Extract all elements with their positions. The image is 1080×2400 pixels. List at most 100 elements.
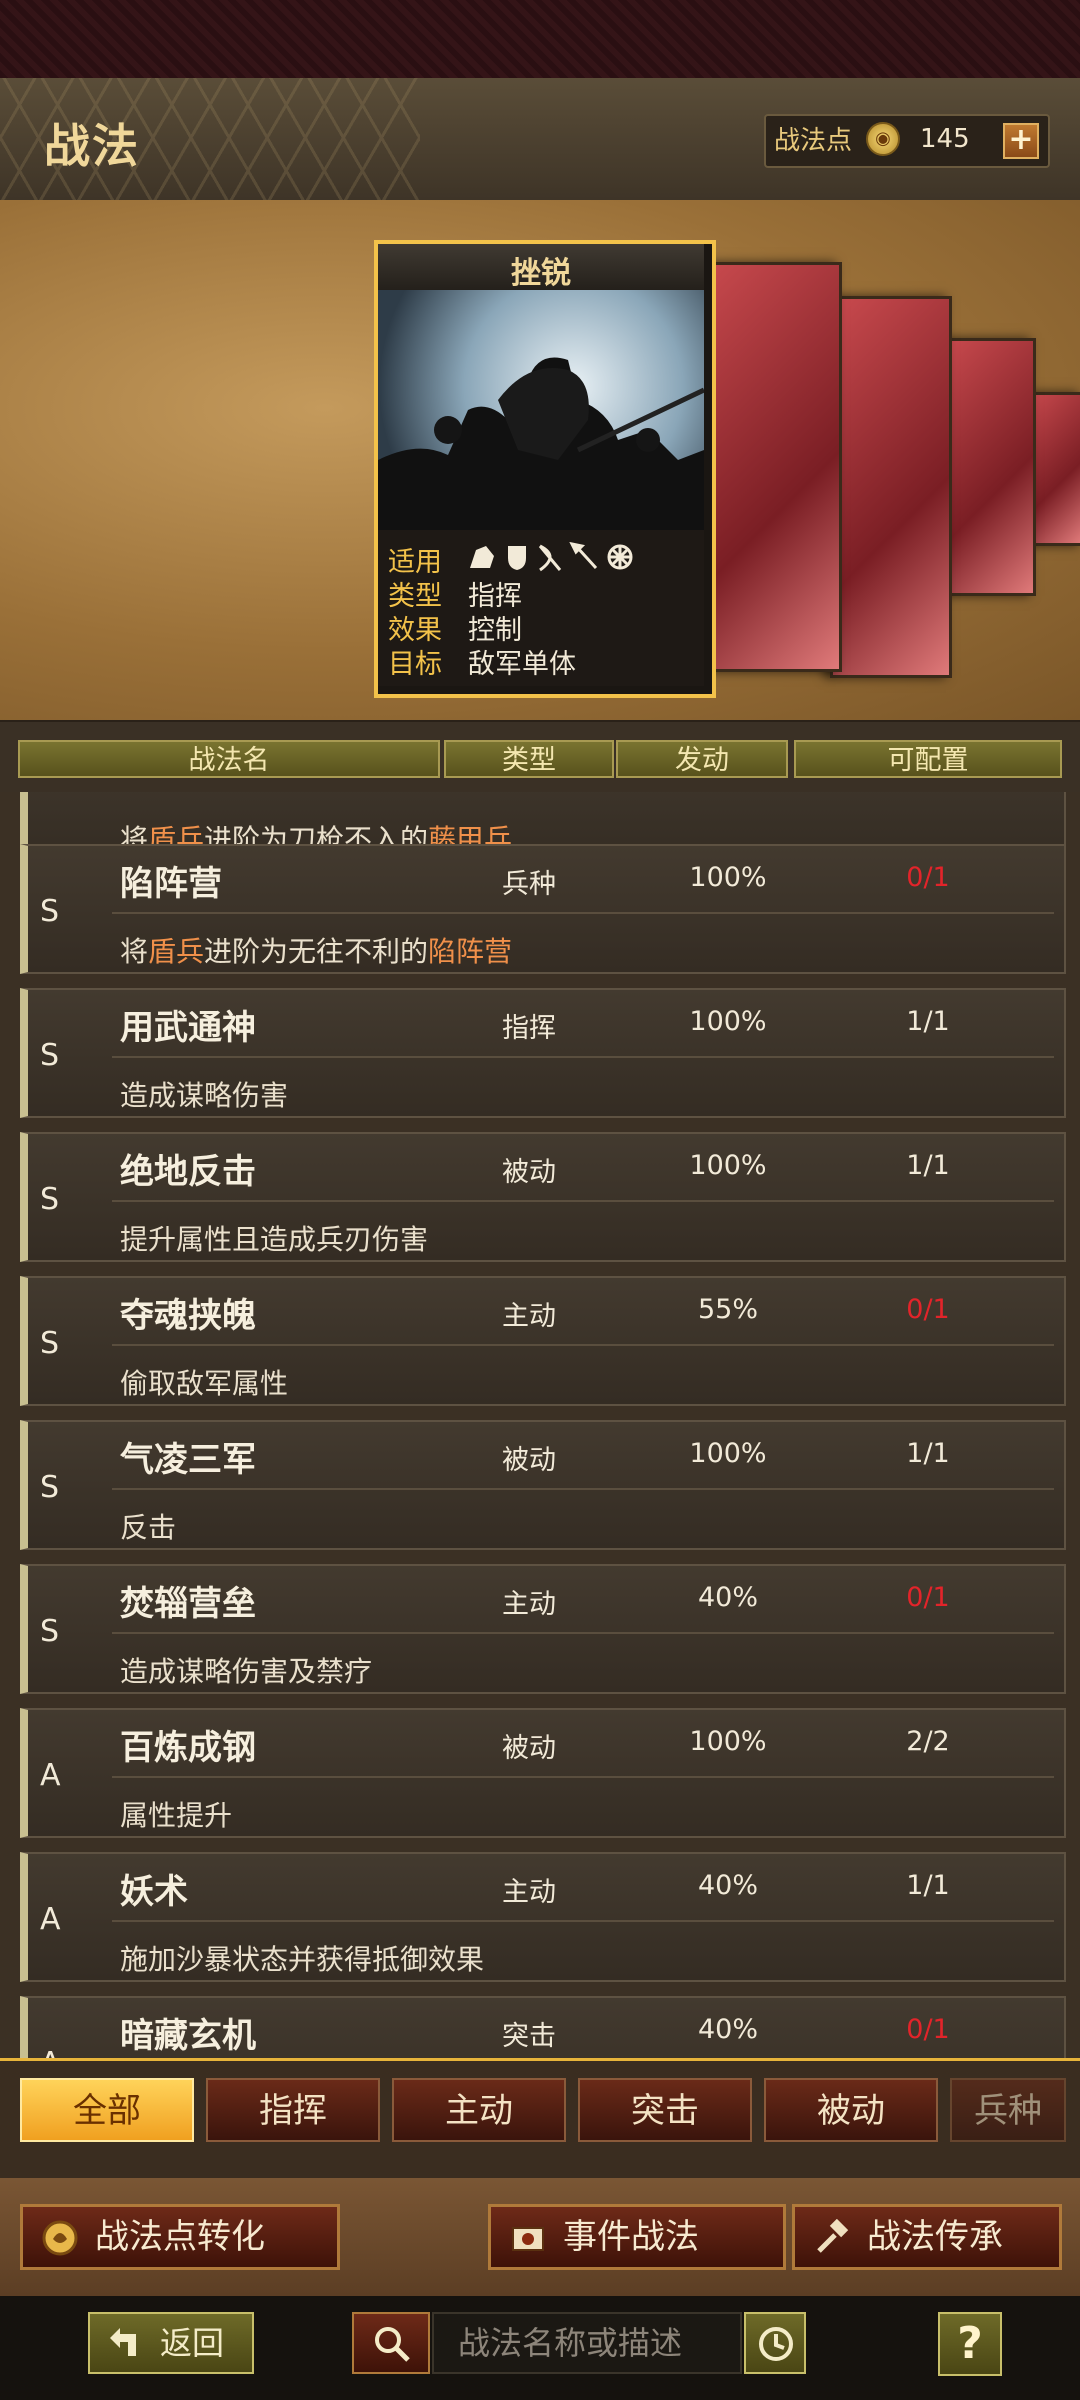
coin-icon [42,2220,78,2256]
skill-inherit-label: 战法传承 [867,2217,1003,2257]
row-divider [112,1632,1054,1634]
skill-inherit-button[interactable]: 战法传承 [792,2204,1062,2270]
back-label: 返回 [160,2324,225,2362]
points-label: 战法点 [774,126,853,156]
skill-row[interactable]: S 气凌三军 被动 100% 1/1 反击 [20,1420,1066,1550]
unit-icons-row [468,541,668,576]
carousel-card[interactable] [940,338,1036,596]
event-skills-button[interactable]: 事件战法 [488,2204,786,2270]
target-value: 敌军单体 [468,649,576,680]
skill-type: 突击 [502,2021,556,2052]
skill-config: 0/1 [906,2014,950,2045]
tab-0[interactable]: 全部 [20,2078,194,2142]
carousel-card[interactable] [830,296,952,678]
skill-desc: 属性提升 [120,1799,233,1832]
row-divider [112,1344,1054,1346]
skill-type: 指挥 [502,1013,556,1044]
row-divider [112,1488,1054,1490]
skill-name: 绝地反击 [120,1152,256,1192]
wheel-icon [607,544,633,570]
hammer-icon [817,2219,849,2253]
points-value: 145 [920,124,970,154]
help-button[interactable]: ? [938,2312,1002,2376]
skill-type: 被动 [502,1733,556,1764]
shield-icon [508,546,526,570]
skill-config: 1/1 [906,1006,950,1037]
skill-row[interactable]: S 陷阵营 兵种 100% 0/1 将盾兵进阶为无往不利的陷阵营 [20,844,1066,974]
search-input[interactable]: 战法名称或描述 [432,2312,742,2374]
skill-list[interactable]: 将盾兵进阶为刀枪不入的藤甲兵 S 陷阵营 兵种 100% 0/1 将盾兵进阶为无往不利的陷… [0,792,1080,2058]
skill-type: 主动 [502,1301,556,1332]
skill-row[interactable]: S 夺魂挟魄 主动 55% 0/1 偷取敌军属性 [20,1276,1066,1406]
tab-5[interactable]: 兵种 [950,2078,1066,2142]
coin-icon: ◉ [866,122,900,156]
tab-1[interactable]: 指挥 [206,2078,380,2142]
skill-type: 被动 [502,1157,556,1188]
skill-desc: 施加沙暴状态并获得抵御效果 [120,1943,485,1976]
col-rate-header[interactable]: 发动 [616,740,788,778]
skill-config: 0/1 [906,1294,950,1325]
skill-grade: A [40,2046,61,2058]
skill-name: 妖术 [120,1872,188,1912]
skill-config: 0/1 [906,862,950,893]
back-button[interactable]: 返回 [88,2312,254,2374]
skill-config: 2/2 [906,1726,950,1757]
search-icon [375,2327,410,2362]
event-skills-label: 事件战法 [563,2217,699,2257]
skill-row[interactable]: A 妖术 主动 40% 1/1 施加沙暴状态并获得抵御效果 [20,1852,1066,1982]
col-config-header[interactable]: 可配置 [794,740,1062,778]
spear-icon [569,541,598,570]
skill-row[interactable]: A 百炼成钢 被动 100% 2/2 属性提升 [20,1708,1066,1838]
skill-type: 兵种 [502,869,556,900]
skill-rate: 40% [697,2014,758,2045]
skill-type: 主动 [502,1877,556,1908]
top-decor-strip [0,0,1080,78]
skill-config: 0/1 [906,1582,950,1613]
skill-row[interactable]: S 焚辎营垒 主动 40% 0/1 造成谋略伤害及禁疗 [20,1564,1066,1694]
col-type-header[interactable]: 类型 [444,740,614,778]
tab-2[interactable]: 主动 [392,2078,566,2142]
skill-grade: A [40,1758,61,1793]
skill-desc: 提升属性且造成兵刃伤害 [120,1223,429,1256]
carousel-card[interactable] [700,262,842,672]
skill-row[interactable]: S 绝地反击 被动 100% 1/1 提升属性且造成兵刃伤害 [20,1132,1066,1262]
skill-desc: 偷取敌军属性 [120,1367,289,1400]
history-button[interactable] [744,2312,806,2374]
row-divider [112,1920,1054,1922]
search-button[interactable] [352,2312,430,2374]
tab-4[interactable]: 被动 [764,2078,938,2142]
skill-type: 主动 [502,1589,556,1620]
clock-icon [759,2327,793,2361]
page-title: 战法 [44,119,140,173]
skill-name: 焚辎营垒 [120,1584,256,1624]
row-divider [112,1200,1054,1202]
row-divider [112,1056,1054,1058]
col-name-header[interactable]: 战法名 [18,740,440,778]
skill-config: 1/1 [906,1870,950,1901]
skill-config: 1/1 [906,1150,950,1181]
skill-grade: S [40,1614,60,1649]
skill-rate: 40% [697,1582,758,1613]
skill-rate: 100% [689,1726,767,1757]
convert-points-label: 战法点转化 [95,2217,265,2257]
skill-config: 1/1 [906,1438,950,1469]
skill-name: 夺魂挟魄 [120,1296,256,1336]
featured-skill-name: 挫锐 [511,256,571,291]
skill-row[interactable]: S 用武通神 指挥 100% 1/1 造成谋略伤害 [20,988,1066,1118]
skill-desc: 将盾兵进阶为无往不利的陷阵营 [120,935,513,968]
skill-rate: 100% [689,1438,767,1469]
convert-points-button[interactable]: 战法点转化 [20,2204,340,2270]
target-label: 目标 [388,649,442,680]
add-points-button[interactable]: + [1003,123,1039,159]
tab-3[interactable]: 突击 [578,2078,752,2142]
skill-grade: S [40,1470,60,1505]
skill-desc: 造成谋略伤害及禁疗 [120,1655,373,1688]
skill-row[interactable]: A 暗藏玄机 突击 40% 0/1 [20,1996,1066,2058]
skill-grade: A [40,1902,61,1937]
skill-rate: 100% [689,1006,767,1037]
skill-grade: S [40,1326,60,1361]
skill-name: 气凌三军 [120,1440,256,1480]
skill-rate: 100% [689,1150,767,1181]
skill-grade: S [40,1182,60,1217]
bow-icon [538,544,562,572]
